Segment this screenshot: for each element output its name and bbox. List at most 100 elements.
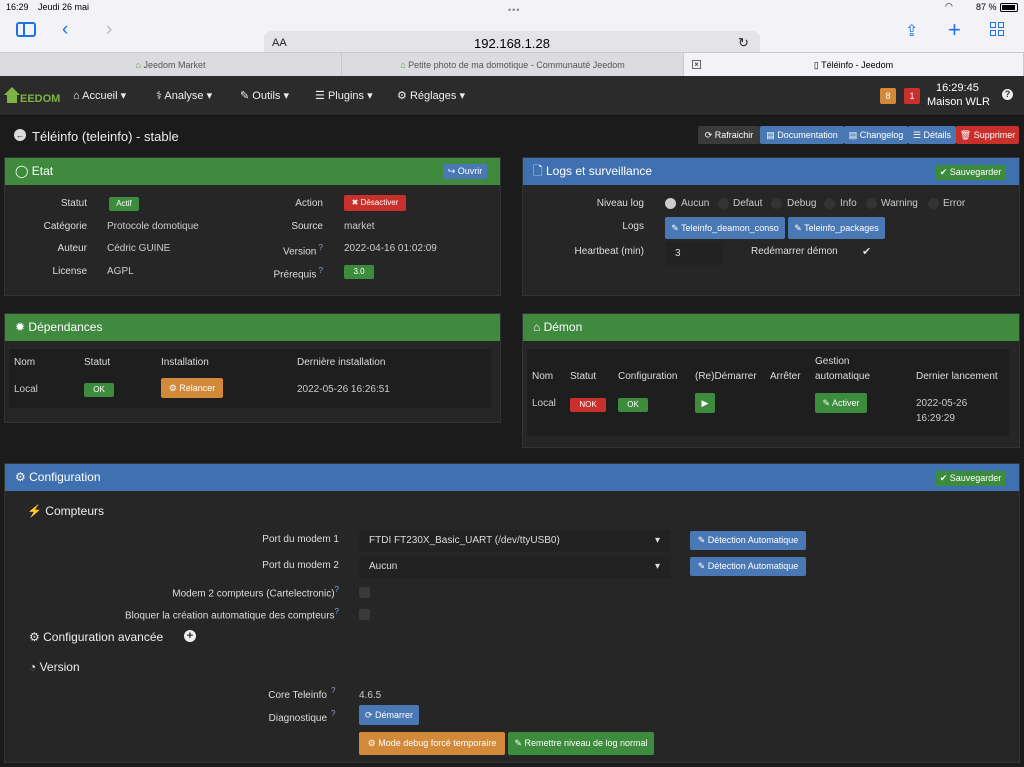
start-daemon-button[interactable]: ▶ [695, 393, 715, 413]
delete-button[interactable]: 🗑 Supprimer [956, 126, 1019, 144]
menu-outils[interactable]: ✎ Outils ▾ [240, 89, 289, 102]
url-text[interactable]: 192.168.1.28 [264, 36, 760, 51]
port1-select[interactable]: FTDI FT230X_Basic_UART (/dev/ttyUSB0) ▾ [359, 530, 671, 552]
magic-icon: ✎ [697, 561, 706, 571]
plus-circle-icon[interactable]: + [184, 630, 196, 642]
back-arrow-icon[interactable]: ← [14, 129, 26, 141]
refresh-button[interactable]: ⟳ Rafraichir [698, 126, 760, 144]
battery-icon [1000, 3, 1018, 12]
radio-aucun-label: Aucun [681, 198, 710, 209]
save-logs-button[interactable]: ✔ Sauvegarder [935, 165, 1006, 180]
jeedom-logo-icon[interactable] [4, 81, 20, 105]
close-tab-icon[interactable]: × [692, 60, 701, 69]
help-icon[interactable]: ? [316, 243, 323, 252]
radio-debug[interactable] [771, 198, 782, 209]
back-icon[interactable]: ‹ [62, 19, 68, 41]
demon-row-last-date: 2022-05-26 [916, 398, 968, 409]
alert-count-badge[interactable]: 1 [904, 88, 920, 104]
demon-panel: ⌂ Démon Nom Statut Configuration (Re)Dém… [522, 313, 1020, 448]
relancer-button[interactable]: ⚙ Relancer [161, 378, 223, 398]
tab-community[interactable]: ⌂ Petite photo de ma domotique - Communa… [342, 53, 684, 77]
activer-button[interactable]: ✎ Activer [815, 393, 867, 413]
gear-icon: ⚙ [29, 630, 40, 644]
bicycle-icon: ⚙ [168, 383, 177, 393]
magic-icon: ✎ [697, 535, 706, 545]
caret-down-icon: ▾ [206, 90, 213, 102]
detect-port2-button[interactable]: ✎ Détection Automatique [690, 557, 806, 576]
top-navbar: EEDOM ⌂ Accueil ▾ ⚕ Analyse ▾ ✎ Outils ▾… [0, 76, 1024, 116]
deactivate-button[interactable]: ✖ Désactiver [344, 195, 406, 211]
radio-defaut[interactable] [718, 198, 729, 209]
check-circle-icon: ✔ [939, 473, 948, 483]
menu-plugins[interactable]: ☰ Plugins ▾ [315, 89, 373, 102]
home-icon: ⌂ [73, 90, 80, 102]
jeedom-favicon: ⌂ [400, 60, 409, 70]
restart-daemon-checkbox[interactable]: ✔ [862, 245, 871, 258]
demon-row-last-time: 16:29:29 [916, 413, 955, 424]
menu-accueil[interactable]: ⌂ Accueil ▾ [73, 89, 126, 102]
log-packages-button[interactable]: ✎ Teleinfo_packages [788, 217, 885, 239]
debug-mode-button[interactable]: ⚙ Mode debug forcé temporaire [359, 732, 505, 755]
block-creation-label: Bloquer la création automatique des comp… [124, 607, 339, 622]
radio-info[interactable] [824, 198, 835, 209]
advanced-config-heading[interactable]: ⚙ Configuration avancée + [29, 630, 196, 644]
tab-jeedom-market[interactable]: ⌂ Jeedom Market [0, 53, 342, 77]
help-icon[interactable]: ? [316, 266, 323, 275]
bolt-icon: ⚡ [27, 504, 42, 518]
help-icon[interactable]: ? [1002, 89, 1013, 100]
open-button[interactable]: ↪ Ouvrir [443, 164, 487, 179]
radio-error[interactable] [928, 198, 939, 209]
documentation-button[interactable]: ▤ Documentation [760, 126, 844, 144]
etat-panel: ◯ Etat ↪ Ouvrir Statut Actif Action ✖ Dé… [4, 157, 501, 296]
details-button[interactable]: ☰ Détails [908, 126, 956, 144]
config-panel: ⚙ Configuration ✔ Sauvegarder ⚡ Compteur… [4, 463, 1020, 763]
statut-label: Statut [60, 198, 87, 209]
list-icon: ☰ [912, 130, 922, 140]
tab-teleinfo[interactable]: × ▯ Téléinfo - Jeedom [684, 53, 1024, 77]
license-label: License [52, 266, 87, 277]
deps-header-statut: Statut [84, 357, 111, 368]
jeedom-logo-text[interactable]: EEDOM [20, 93, 60, 105]
refresh-icon: ⟳ [704, 130, 713, 140]
forward-icon[interactable]: › [106, 19, 112, 41]
diag-start-button[interactable]: ⟳ Démarrer [359, 705, 419, 725]
status-time: 16:29 [6, 2, 29, 12]
deps-header-installation: Installation [161, 357, 209, 368]
close-icon: ✖ [351, 198, 359, 207]
radio-warning[interactable] [866, 198, 877, 209]
reset-log-button[interactable]: ✎ Remettre niveau de log normal [508, 732, 654, 755]
demon-header-statut: Statut [570, 371, 597, 382]
share-icon[interactable]: ⇪ [905, 21, 918, 41]
block-creation-checkbox[interactable] [359, 609, 370, 620]
categorie-label: Catégorie [43, 221, 87, 232]
help-icon[interactable]: ? [335, 585, 339, 594]
new-tab-icon[interactable]: + [948, 17, 961, 43]
wifi-icon: ◠ [945, 1, 953, 11]
deps-header-last: Dernière installation [297, 357, 386, 368]
caret-down-icon: ▾ [367, 90, 373, 102]
save-config-button[interactable]: ✔ Sauvegarder [935, 471, 1006, 486]
port2-select[interactable]: Aucun ▾ [359, 556, 671, 578]
list-icon: ☰ [315, 90, 325, 102]
help-icon[interactable]: ? [335, 607, 339, 616]
radio-aucun[interactable] [665, 198, 676, 209]
detect-port1-button[interactable]: ✎ Détection Automatique [690, 531, 806, 550]
sidebar-icon[interactable] [16, 22, 36, 37]
categorie-value: Protocole domotique [107, 221, 199, 232]
menu-reglages[interactable]: ⚙ Réglages ▾ [397, 89, 465, 102]
demon-row-statut: NOK [570, 398, 606, 412]
action-label: Action [295, 198, 323, 209]
source-label: Source [291, 221, 323, 232]
changelog-button[interactable]: ▤ Changelog [844, 126, 908, 144]
help-icon[interactable]: ? [331, 686, 335, 695]
analysis-icon: ⚕ [156, 90, 162, 102]
log-deamon-conso-button[interactable]: ✎ Teleinfo_deamon_conso [665, 217, 785, 239]
heartbeat-input[interactable]: 3 [665, 242, 723, 265]
reload-icon[interactable]: ↻ [738, 35, 749, 51]
menu-analyse[interactable]: ⚕ Analyse ▾ [156, 89, 212, 102]
help-icon[interactable]: ? [331, 709, 335, 718]
warning-count-badge[interactable]: 8 [880, 88, 896, 104]
modem2-checkbox[interactable] [359, 587, 370, 598]
tabs-overview-icon[interactable] [990, 22, 1005, 37]
multitask-dots-icon[interactable]: ••• [508, 5, 520, 15]
